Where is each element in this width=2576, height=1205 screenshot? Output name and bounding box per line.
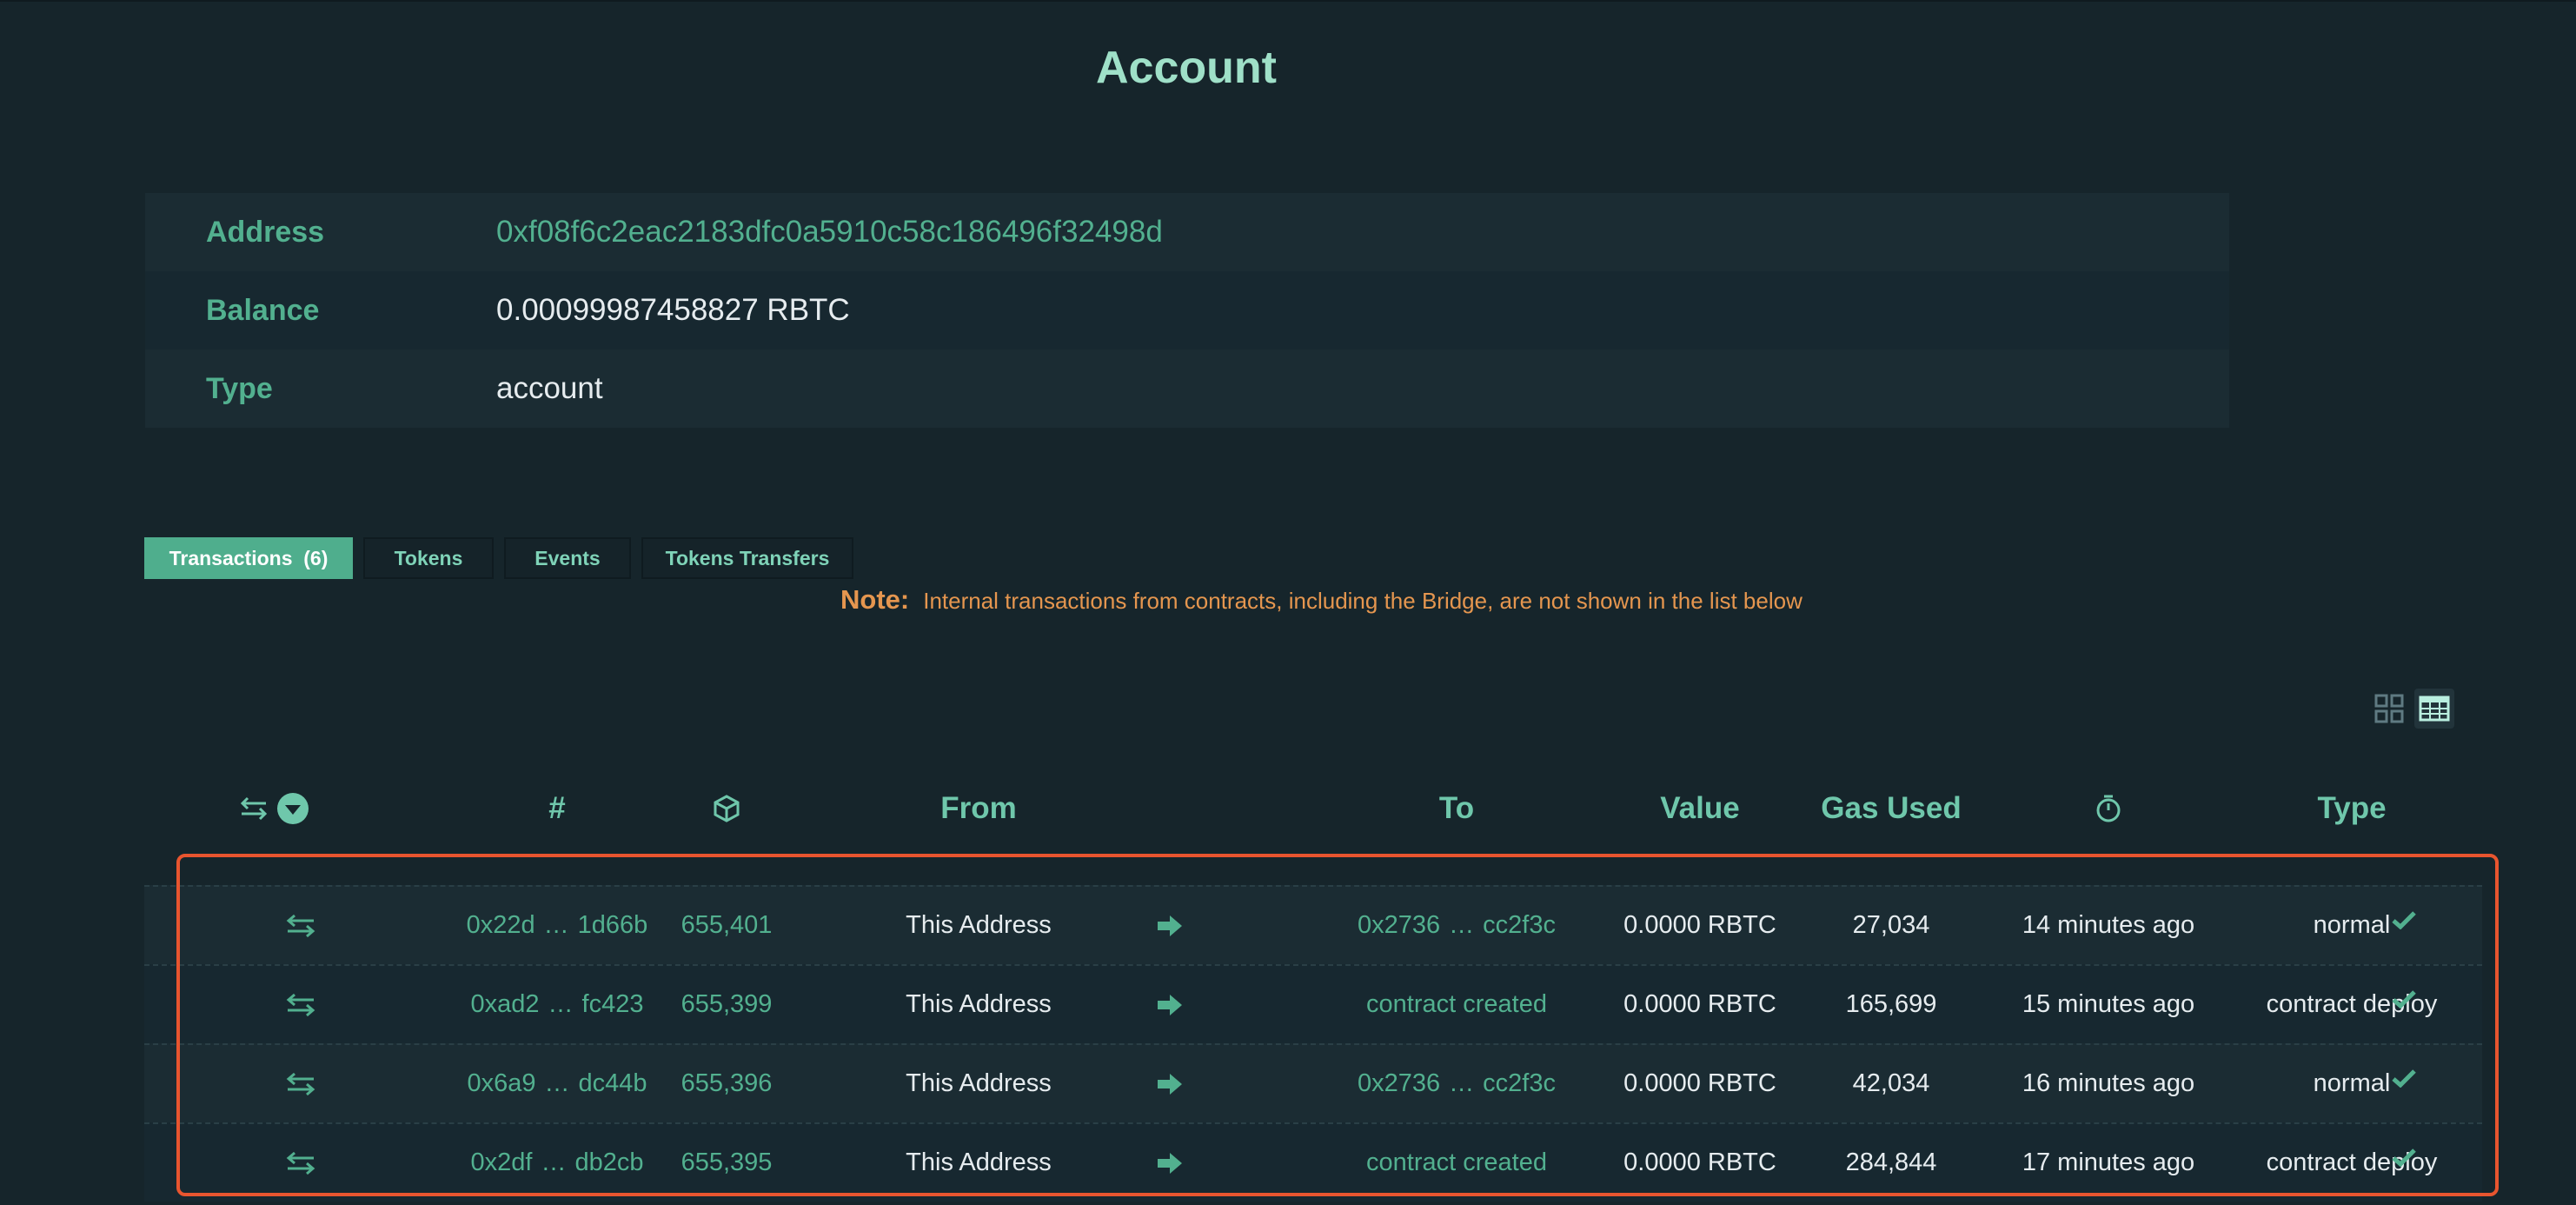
block-number-link[interactable]: 655,395	[640, 1124, 813, 1202]
tx-hash-end[interactable]: db2cb	[574, 1148, 643, 1177]
tx-hash-end[interactable]: 1d66b	[578, 911, 648, 940]
from-header: From	[940, 791, 1017, 825]
table-row[interactable]: 0xad2… fc423 655,399 This Address contrac…	[144, 964, 2482, 1043]
table-row[interactable]: 0x22d … 1d66b 655,401 This Address 0x2736 ……	[144, 885, 2482, 964]
transactions-table-body: 0x22d … 1d66b 655,401 This Address 0x2736 ……	[144, 885, 2482, 1202]
from-cell: This Address	[906, 1148, 1052, 1176]
hash-header: #	[548, 791, 566, 825]
status-cell	[2343, 1124, 2465, 1190]
check-icon	[2392, 911, 2416, 929]
status-cell	[2343, 966, 2465, 1032]
to-address-start[interactable]: 0x2736	[1358, 1069, 1440, 1098]
tab-tokens[interactable]: Tokens	[363, 537, 494, 579]
arrow-right-icon	[1158, 994, 1182, 1015]
transactions-table-header: # From To Value Gas Used Type	[144, 756, 2482, 861]
tab-events-label: Events	[534, 546, 601, 569]
tab-tokens-label: Tokens	[394, 546, 463, 569]
direction-cell	[231, 966, 370, 1043]
to-address-ellipsis: …	[1449, 911, 1475, 939]
check-icon	[2392, 1148, 2416, 1167]
direction-cell	[231, 1124, 370, 1202]
block-header	[683, 756, 770, 861]
table-view-button[interactable]	[2414, 689, 2454, 729]
tab-transactions-count: (6)	[303, 546, 329, 569]
tab-tokens-transfers[interactable]: Tokens Transfers	[641, 537, 853, 579]
table-row[interactable]: 0x2df… db2cb 655,395 This Address contrac…	[144, 1122, 2482, 1202]
from-cell: This Address	[906, 990, 1052, 1018]
view-toggle	[2369, 689, 2454, 729]
direction-sort-header[interactable]	[231, 756, 318, 861]
tx-hash-start[interactable]: 0x2df	[471, 1148, 533, 1177]
note-label: Note:	[840, 584, 910, 615]
type-header: Type	[2317, 791, 2387, 825]
table-view-icon	[2419, 696, 2450, 722]
tab-transactions[interactable]: Transactions (6)	[144, 537, 353, 579]
tab-tokens-transfers-label: Tokens Transfers	[665, 546, 830, 569]
direction-arrow	[1074, 887, 1265, 964]
direction-arrow	[1074, 1124, 1265, 1202]
grid-view-icon	[2374, 694, 2404, 723]
check-icon	[2392, 990, 2416, 1009]
balance-row: Balance 0.00099987458827 RBTC	[145, 271, 2229, 350]
status-cell	[2343, 887, 2465, 953]
table-row[interactable]: 0x6a9 … dc44b 655,396 This Address 0x2736 ……	[144, 1043, 2482, 1122]
arrow-right-icon	[1158, 1073, 1182, 1095]
tab-transactions-label: Transactions	[169, 546, 293, 569]
sort-down-circle-icon[interactable]	[276, 792, 309, 825]
transfer-arrows-icon	[240, 796, 268, 821]
tx-hash-start[interactable]: 0x22d	[467, 911, 535, 940]
tx-hash-ellipsis: …	[541, 1148, 567, 1176]
tab-events[interactable]: Events	[504, 537, 631, 579]
direction-cell	[231, 887, 370, 964]
tx-hash-ellipsis: …	[543, 911, 569, 939]
transfer-arrows-icon	[286, 914, 315, 937]
stopwatch-icon	[2096, 795, 2121, 822]
from-cell: This Address	[906, 1069, 1052, 1097]
type-row: Type account	[145, 350, 2229, 428]
address-label: Address	[206, 215, 325, 249]
tx-hash-ellipsis: …	[544, 1069, 570, 1097]
arrow-right-icon	[1158, 1152, 1182, 1174]
direction-arrow	[1074, 966, 1265, 1043]
to-address-start[interactable]: 0x2736	[1358, 911, 1440, 940]
account-info-table: Address 0xf08f6c2eac2183dfc0a5910c58c186…	[145, 193, 2229, 428]
to-address-ellipsis: …	[1449, 1069, 1475, 1097]
transfer-arrows-icon	[286, 1072, 315, 1095]
balance-label: Balance	[206, 293, 320, 327]
note-text: Internal transactions from contracts, in…	[923, 588, 1803, 614]
internal-tx-note: Note: Internal transactions from contrac…	[840, 584, 1803, 616]
block-number-link[interactable]: 655,396	[640, 1045, 813, 1122]
arrow-right-icon	[1158, 915, 1182, 936]
from-cell: This Address	[906, 911, 1052, 939]
top-border	[0, 0, 2576, 2]
type-label: Type	[206, 371, 273, 405]
type-value: account	[496, 371, 603, 405]
status-cell	[2343, 1045, 2465, 1111]
balance-value: 0.00099987458827 RBTC	[496, 293, 850, 327]
tx-hash-end[interactable]: fc423	[582, 990, 644, 1019]
tx-hash-start[interactable]: 0xad2	[471, 990, 540, 1019]
tx-hash-ellipsis: …	[548, 990, 574, 1018]
address-value[interactable]: 0xf08f6c2eac2183dfc0a5910c58c186496f3249…	[496, 215, 1163, 250]
block-number-link[interactable]: 655,399	[640, 966, 813, 1043]
block-number-link[interactable]: 655,401	[640, 887, 813, 964]
direction-cell	[231, 1045, 370, 1122]
page-title: Account	[1096, 43, 1277, 93]
check-icon	[2392, 1069, 2416, 1088]
tab-bar: Transactions (6) Tokens Events Tokens Tr…	[144, 537, 853, 579]
direction-arrow	[1074, 1045, 1265, 1122]
cube-icon	[714, 795, 740, 822]
transfer-arrows-icon	[286, 1151, 315, 1175]
tx-hash-start[interactable]: 0x6a9	[467, 1069, 535, 1098]
tx-hash-end[interactable]: dc44b	[579, 1069, 647, 1098]
grid-view-button[interactable]	[2369, 689, 2409, 729]
transfer-arrows-icon	[286, 993, 315, 1016]
address-row: Address 0xf08f6c2eac2183dfc0a5910c58c186…	[145, 193, 2229, 271]
